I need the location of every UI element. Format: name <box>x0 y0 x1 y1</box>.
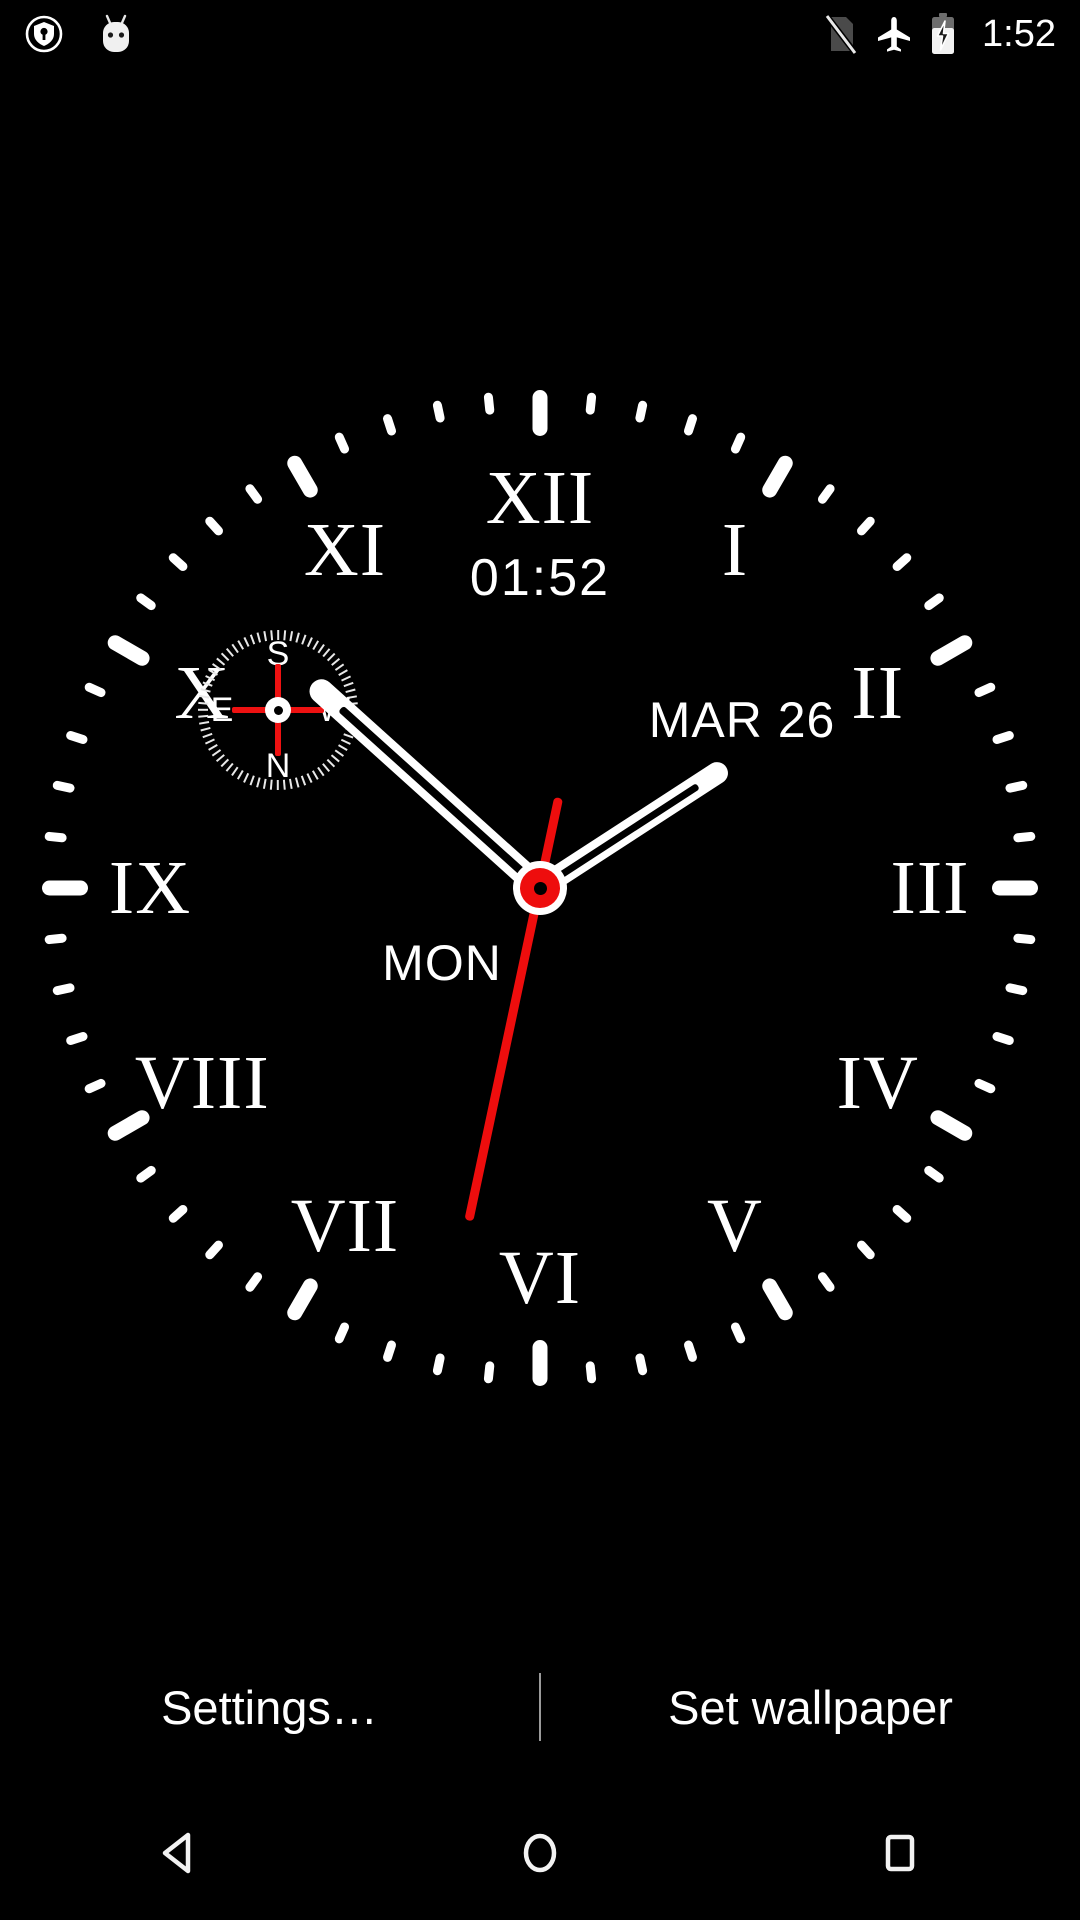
compass-tick <box>331 754 340 763</box>
clock-numeral-label: I <box>721 508 749 593</box>
navigation-bar <box>0 1790 1080 1920</box>
recents-button[interactable] <box>810 1790 990 1920</box>
compass-tick <box>322 648 331 657</box>
compass-tick <box>205 738 215 745</box>
compass-tick <box>317 644 325 654</box>
compass-tick <box>237 640 244 650</box>
clock-numeral-label: II <box>851 651 905 735</box>
status-bar: 1:52 <box>0 0 1080 68</box>
compass-tick <box>202 733 213 739</box>
set-wallpaper-button[interactable]: Set wallpaper <box>541 1684 1080 1731</box>
compass-tick <box>198 709 208 711</box>
compass-hub <box>265 697 291 723</box>
compass-tick <box>341 738 351 745</box>
compass-tick <box>301 634 307 645</box>
compass-tick <box>216 657 225 666</box>
compass-tick <box>343 681 354 687</box>
compass-tick <box>198 702 209 705</box>
home-button[interactable] <box>450 1790 630 1920</box>
status-bar-right-icons: 1:52 <box>822 12 1056 56</box>
compass-tick <box>202 681 213 687</box>
compass-tick <box>249 634 255 645</box>
no-sim-icon <box>822 13 859 56</box>
compass-tick <box>208 669 218 676</box>
clock-numeral-label: III <box>890 846 970 930</box>
back-button[interactable] <box>90 1790 270 1920</box>
settings-button[interactable]: Settings… <box>0 1684 539 1731</box>
compass-tick <box>199 695 210 699</box>
date-readout: MAR 26 <box>648 692 836 748</box>
compass-tick <box>338 669 348 676</box>
compass-tick <box>212 749 222 757</box>
compass-tick <box>338 744 348 751</box>
digital-time-readout: 01:52 <box>469 549 611 607</box>
wallpaper-preview[interactable]: XII I II III IV V VI VII VIII IX X XI 01:52 MAR 26 … <box>0 0 1080 1920</box>
back-triangle-icon <box>152 1825 208 1886</box>
compass-tick <box>289 631 293 642</box>
compass-tick <box>331 657 340 666</box>
home-circle-icon <box>512 1825 568 1886</box>
compass-tick <box>220 652 230 662</box>
clock-numeral-label: V <box>707 1183 763 1268</box>
compass-tick <box>306 773 313 783</box>
weekday-readout: MON <box>382 935 502 991</box>
compass-tick <box>322 763 331 772</box>
compass-tick <box>225 648 234 657</box>
compass-tick <box>306 637 313 647</box>
compass-tick <box>231 766 239 776</box>
status-bar-left-icons <box>24 13 136 55</box>
compass-tick <box>200 727 211 732</box>
clock-numeral-label: VIII <box>134 1041 270 1125</box>
compass-tick <box>295 632 300 643</box>
compass-tick <box>205 675 215 682</box>
compass-tick <box>341 675 351 682</box>
clock-numeral-label: VII <box>290 1183 400 1268</box>
compass-tick <box>243 773 250 783</box>
clock-numeral-label: XII <box>485 456 595 540</box>
clock-center-hub <box>513 861 567 915</box>
compass-tick <box>237 770 244 780</box>
wallpaper-action-bar: Settings… Set wallpaper <box>0 1652 1080 1762</box>
compass-tick <box>295 777 300 788</box>
clock-numeral-label: VI <box>498 1236 582 1320</box>
compass-tick <box>326 652 336 662</box>
compass-tick <box>334 749 344 757</box>
clock-numeral-label: XI <box>303 508 387 593</box>
compass-tick <box>317 766 325 776</box>
compass-tick <box>212 663 222 671</box>
compass-label-left: E <box>210 691 234 729</box>
compass-tick <box>334 663 344 671</box>
clock-numeral-label: IV <box>836 1041 919 1125</box>
battery-charging-icon <box>930 12 956 56</box>
compass-tick <box>301 775 307 786</box>
compass-tick <box>199 721 210 725</box>
status-bar-clock: 1:52 <box>982 13 1056 55</box>
compass-tick <box>312 770 319 780</box>
compass-tick <box>256 777 261 788</box>
compass-tick <box>225 763 234 772</box>
compass-tick <box>256 632 261 643</box>
compass-tick <box>312 640 319 650</box>
vpn-key-shield-icon <box>24 14 64 54</box>
compass-tick <box>249 775 255 786</box>
compass-tick <box>208 744 218 751</box>
compass-tick <box>198 715 209 718</box>
compass-tick <box>216 754 225 763</box>
airplane-mode-icon <box>874 14 914 54</box>
compass-tick <box>200 688 211 693</box>
compass-tick <box>220 758 230 768</box>
compass-tick <box>231 644 239 654</box>
android-easter-egg-icon <box>96 13 136 55</box>
compass-tick <box>243 637 250 647</box>
recents-square-icon <box>872 1825 928 1886</box>
compass-tick <box>326 758 336 768</box>
clock-numeral-label: IX <box>108 846 192 930</box>
